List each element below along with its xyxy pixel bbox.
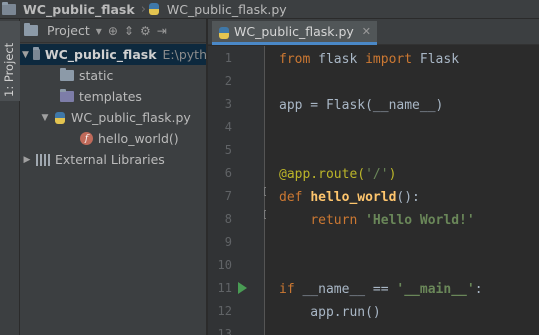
breadcrumb-separator-icon: › xyxy=(140,1,146,17)
code-line-7: def hello_world(): xyxy=(279,190,420,205)
folder-icon xyxy=(60,89,74,102)
tree-root-path: E:\pyth xyxy=(162,47,207,62)
code-line-3: app = Flask(__name__) xyxy=(279,98,444,113)
code-editor[interactable]: from flask import Flask app = Flask(__na… xyxy=(266,46,539,335)
editor-tab[interactable]: WC_public_flask.py ✕ xyxy=(212,21,378,45)
left-tool-strip: 1: Project xyxy=(0,19,20,335)
code-line-12: app.run() xyxy=(279,305,381,320)
tree-item-function[interactable]: f hello_world() xyxy=(20,128,206,149)
project-view-icon xyxy=(24,23,38,36)
tree-item-label: static xyxy=(79,68,114,83)
line-number: 6 xyxy=(224,166,232,180)
close-icon[interactable]: ✕ xyxy=(362,25,371,38)
line-number: 4 xyxy=(224,120,232,134)
line-number: 10 xyxy=(217,258,232,272)
line-number: 8 xyxy=(224,212,232,226)
line-number: 1 xyxy=(224,51,232,65)
project-tool-window: Project ▾ ⊕ ⇕ ⚙ ⇥ ▼ WC_public_flask E:\p… xyxy=(20,19,207,335)
collapse-arrow-icon[interactable]: ▶ xyxy=(22,155,32,165)
line-number: 13 xyxy=(217,327,232,335)
python-file-icon xyxy=(148,2,160,16)
line-number: 2 xyxy=(224,74,232,88)
breadcrumb-file[interactable]: WC_public_flask.py xyxy=(165,0,291,19)
tree-item-label: External Libraries xyxy=(55,152,165,167)
python-file-icon xyxy=(218,26,230,40)
editor-gutter: 1 2 3 4 5 6 7 8 9 10 11 12 13 xyxy=(208,46,265,335)
line-number: 7 xyxy=(224,189,232,203)
scroll-from-source-icon[interactable]: ⊕ xyxy=(108,24,118,38)
line-number: 9 xyxy=(224,235,232,249)
project-tool-tab-label: 1: Project xyxy=(2,42,16,97)
folder-icon xyxy=(32,47,40,60)
project-view-selector[interactable]: Project xyxy=(47,23,90,38)
libraries-icon xyxy=(36,153,50,166)
project-toolbar: Project ▾ ⊕ ⇕ ⚙ ⇥ xyxy=(20,19,206,43)
tree-root[interactable]: ▼ WC_public_flask E:\pyth xyxy=(20,44,207,65)
expand-arrow-icon[interactable]: ▼ xyxy=(22,50,29,60)
tree-item-label: templates xyxy=(79,89,142,104)
code-line-1: from flask import Flask xyxy=(279,52,460,67)
run-icon[interactable] xyxy=(238,282,247,294)
code-line-8: return 'Hello World!' xyxy=(310,213,475,228)
folder-icon xyxy=(60,68,74,81)
line-number: 5 xyxy=(224,143,232,157)
tree-item-label: WC_public_flask.py xyxy=(71,110,191,125)
dropdown-arrow-icon[interactable]: ▾ xyxy=(96,24,102,38)
tree-item-py-file[interactable]: ▼ WC_public_flask.py xyxy=(20,107,206,128)
tree-item-external-libraries[interactable]: ▶ External Libraries xyxy=(20,149,206,170)
tree-item-static[interactable]: static xyxy=(20,65,206,86)
project-tool-tab[interactable]: 1: Project xyxy=(0,21,20,101)
tree-item-label: hello_world() xyxy=(98,131,179,146)
breadcrumb-project[interactable]: WC_public_flask xyxy=(21,0,139,19)
python-file-icon xyxy=(54,111,66,125)
line-number: 3 xyxy=(224,97,232,111)
settings-gear-icon[interactable]: ⚙ xyxy=(140,24,151,38)
editor-tab-bar: WC_public_flask.py ✕ xyxy=(208,19,539,45)
tree-root-label: WC_public_flask xyxy=(44,47,157,62)
line-number: 11 xyxy=(217,281,232,295)
navigation-bar: WC_public_flask › WC_public_flask.py xyxy=(0,0,539,19)
expand-arrow-icon[interactable]: ▼ xyxy=(40,113,50,123)
function-icon: f xyxy=(80,132,93,145)
code-line-6: @app.route('/') xyxy=(279,167,397,182)
line-number: 12 xyxy=(217,304,232,318)
editor-tab-label: WC_public_flask.py xyxy=(234,24,354,39)
code-line-11: if __name__ == '__main__': xyxy=(279,282,483,297)
project-folder-icon xyxy=(2,1,16,15)
collapse-all-icon[interactable]: ⇕ xyxy=(124,24,134,38)
hide-icon[interactable]: ⇥ xyxy=(157,24,167,38)
tree-item-templates[interactable]: templates xyxy=(20,86,206,107)
